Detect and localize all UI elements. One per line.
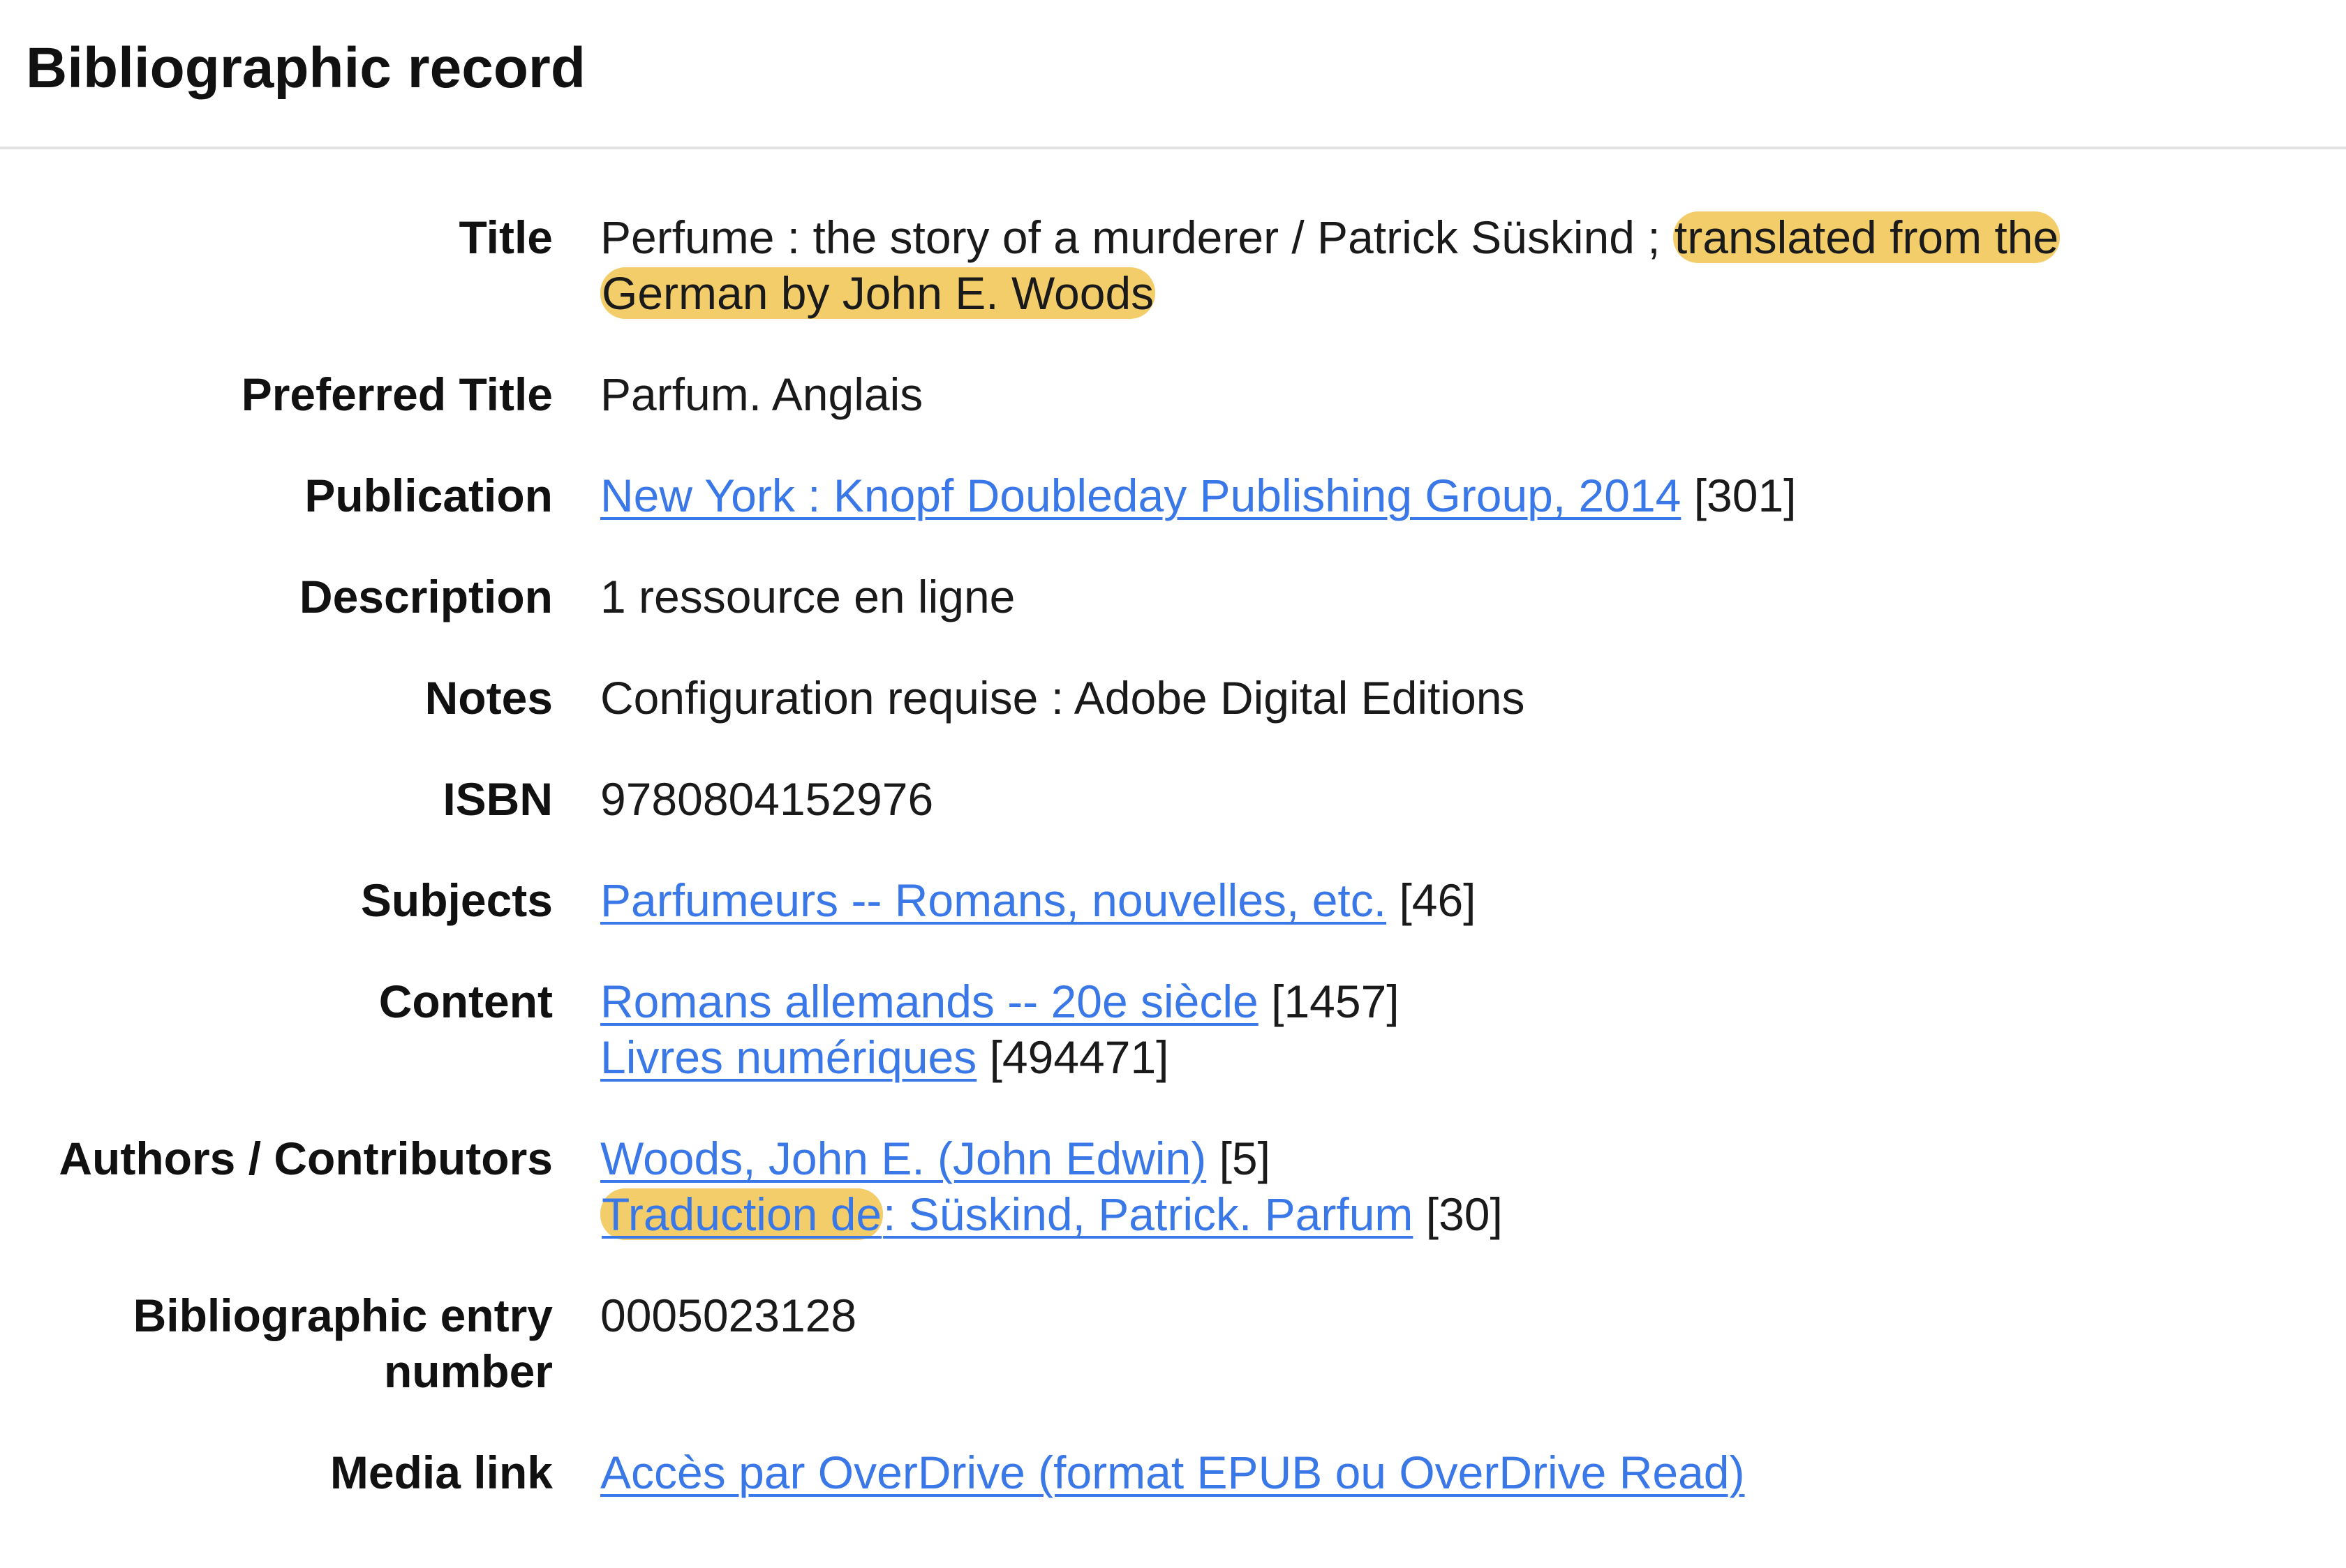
author-item: Woods, John E. (John Edwin) [5] (600, 1130, 2136, 1186)
content-count: [1457] (1271, 976, 1400, 1027)
author-count: [5] (1219, 1133, 1270, 1184)
media-link[interactable]: Accès par OverDrive (format EPUB ou Over… (600, 1447, 1744, 1498)
field-label-title: Title (459, 211, 553, 263)
field-value-notes: Configuration requise : Adobe Digital Ed… (600, 672, 1525, 724)
title-highlight-2: German by John E. Woods (600, 267, 1156, 319)
title-highlight-1: translated from the (1672, 211, 2061, 263)
field-authors: Authors / Contributors Woods, John E. (J… (0, 1130, 2346, 1242)
content-link[interactable]: Livres numériques (600, 1031, 977, 1083)
field-content: Content Romans allemands -- 20e siècle [… (0, 973, 2346, 1085)
field-title: Title Perfume : the story of a murderer … (0, 209, 2346, 321)
field-label-subjects: Subjects (360, 874, 553, 926)
field-value-publication: New York : Knopf Doubleday Publishing Gr… (600, 468, 2136, 523)
field-value-content: Romans allemands -- 20e siècle [1457] Li… (600, 973, 2136, 1085)
field-value-description: 1 ressource en ligne (600, 571, 1016, 622)
field-value-media-link: Accès par OverDrive (format EPUB ou Over… (600, 1444, 2136, 1500)
author-link[interactable]: Woods, John E. (John Edwin) (600, 1133, 1206, 1184)
field-label-content: Content (378, 976, 553, 1027)
author-item: Traduction de: Süskind, Patrick. Parfum … (600, 1186, 2136, 1242)
field-notes: Notes Configuration requise : Adobe Digi… (0, 670, 2346, 726)
field-label-preferred-title: Preferred Title (241, 368, 553, 420)
content-item: Romans allemands -- 20e siècle [1457] (600, 973, 2136, 1029)
field-publication: Publication New York : Knopf Doubleday P… (0, 468, 2346, 523)
content-link[interactable]: Romans allemands -- 20e siècle (600, 976, 1259, 1027)
field-label-notes: Notes (424, 672, 553, 724)
publication-link[interactable]: New York : Knopf Doubleday Publishing Gr… (600, 470, 1681, 521)
field-value-entry-number: 0005023128 (600, 1290, 857, 1341)
translation-count: [30] (1425, 1188, 1503, 1240)
title-text: Perfume : the story of a murderer / Patr… (600, 211, 1673, 263)
field-value-title: Perfume : the story of a murderer / Patr… (600, 209, 2136, 321)
entry-number-label-line-1: Bibliographic entry (133, 1290, 553, 1341)
publication-count: [301] (1693, 470, 1797, 521)
field-subjects: Subjects Parfumeurs -- Romans, nouvelles… (0, 872, 2346, 928)
title-line-2: German by John E. Woods (600, 265, 2136, 321)
subject-link[interactable]: Parfumeurs -- Romans, nouvelles, etc. (600, 874, 1386, 926)
field-isbn: ISBN 9780804152976 (0, 771, 2346, 827)
field-media-link: Media link Accès par OverDrive (format E… (0, 1444, 2346, 1500)
content-count: [494471] (989, 1031, 1169, 1083)
field-label-description: Description (299, 571, 553, 622)
field-label-media-link: Media link (329, 1447, 553, 1498)
field-value-isbn: 9780804152976 (600, 773, 934, 825)
page-title: Bibliographic record (26, 36, 586, 100)
field-label-publication: Publication (304, 470, 553, 521)
bibliographic-record: Title Perfume : the story of a murderer … (0, 209, 2346, 1500)
content-item: Livres numériques [494471] (600, 1029, 2136, 1085)
field-label-authors: Authors / Contributors (59, 1133, 553, 1184)
translation-link-rest: : Süskind, Patrick. Parfum (883, 1188, 1413, 1240)
field-label-entry-number: Bibliographic entry number (0, 1287, 553, 1399)
field-value-subjects: Parfumeurs -- Romans, nouvelles, etc. [4… (600, 872, 2136, 928)
title-line-1: Perfume : the story of a murderer / Patr… (600, 209, 2136, 265)
field-entry-number: Bibliographic entry number 0005023128 (0, 1287, 2346, 1399)
field-preferred-title: Preferred Title Parfum. Anglais (0, 366, 2346, 422)
page-header: Bibliographic record (0, 0, 2346, 149)
translation-highlight: Traduction de (600, 1188, 884, 1240)
field-label-isbn: ISBN (443, 773, 553, 825)
entry-number-label-line-2: number (383, 1345, 553, 1397)
translation-link[interactable]: Traduction de: Süskind, Patrick. Parfum (600, 1188, 1413, 1240)
field-value-preferred-title: Parfum. Anglais (600, 368, 923, 420)
field-description: Description 1 ressource en ligne (0, 569, 2346, 625)
field-value-authors: Woods, John E. (John Edwin) [5] Traducti… (600, 1130, 2136, 1242)
subject-count: [46] (1399, 874, 1476, 926)
